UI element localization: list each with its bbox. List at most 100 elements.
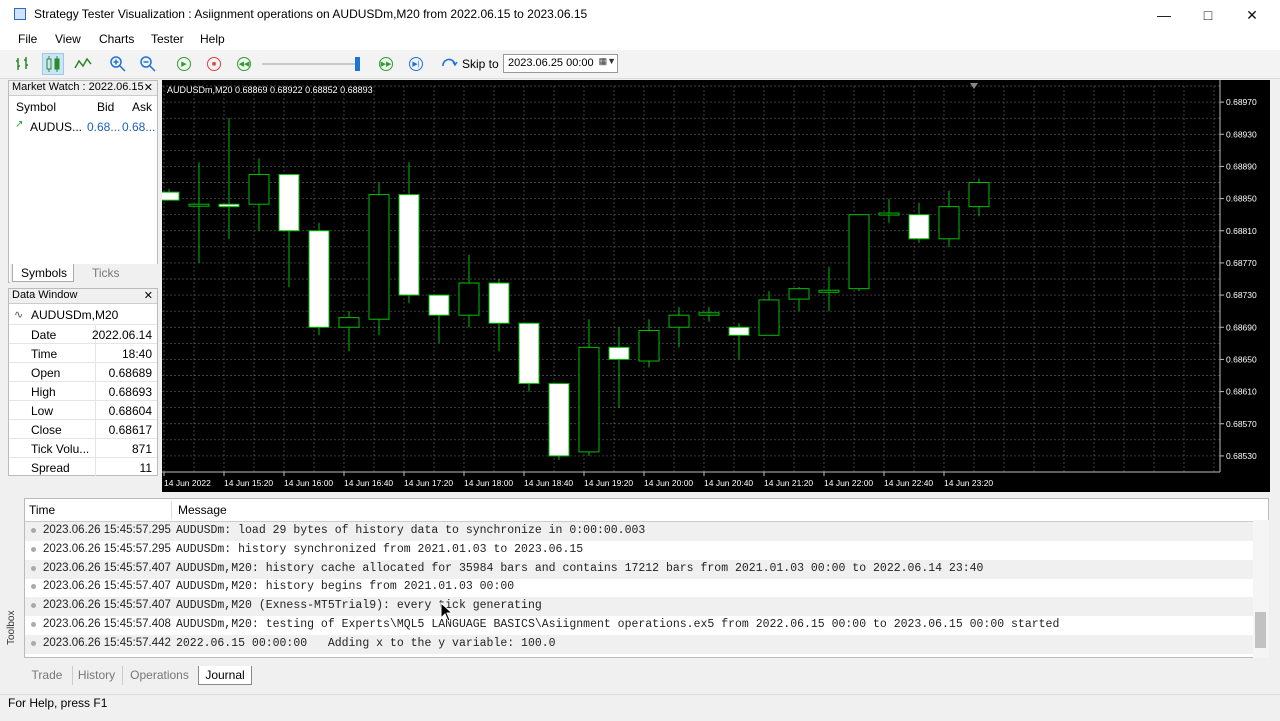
candle-body xyxy=(398,194,420,296)
candle xyxy=(938,190,960,247)
menu-tester[interactable]: Tester xyxy=(151,32,184,46)
speed-slider-thumb[interactable] xyxy=(355,57,360,71)
column-header-ask[interactable]: Ask xyxy=(132,100,152,114)
candle-body xyxy=(848,214,870,290)
line-chart-icon[interactable] xyxy=(72,53,94,75)
candle xyxy=(308,222,330,336)
column-header-bid[interactable]: Bid xyxy=(97,100,114,114)
zoom-in-icon[interactable] xyxy=(107,53,129,75)
column-header-time[interactable]: Time xyxy=(29,503,55,517)
symbol-name: AUDUS... xyxy=(30,120,83,134)
y-axis-label: 0.68810 xyxy=(1226,226,1257,236)
candle-body xyxy=(218,203,240,208)
log-row[interactable]: 2023.06.26 15:45:57.407 AUDUSDm,M20: hist… xyxy=(25,578,1253,597)
toolbox-label[interactable]: Toolbox xyxy=(6,611,17,645)
mouse-cursor-icon xyxy=(440,602,454,622)
tab-history[interactable]: History xyxy=(72,666,120,685)
candle-body xyxy=(638,329,660,362)
log-row[interactable]: 2023.06.26 15:45:57.407 AUDUSDm,M20: hist… xyxy=(25,559,1253,579)
log-scrollbar-thumb[interactable] xyxy=(1255,612,1266,648)
menu-charts[interactable]: Charts xyxy=(99,32,134,46)
log-level-icon xyxy=(31,528,36,533)
candle-body xyxy=(668,314,690,328)
y-axis-label: 0.68610 xyxy=(1226,387,1257,397)
log-message: AUDUSDm,M20: history begins from 2021.01… xyxy=(176,580,515,594)
data-row-time: Time 18:40 xyxy=(9,343,157,362)
zoom-out-icon[interactable] xyxy=(137,53,159,75)
column-header-symbol[interactable]: Symbol xyxy=(16,100,56,114)
market-watch-row[interactable]: ↗ AUDUS... 0.68... 0.68... xyxy=(9,118,157,136)
menu-file[interactable]: File xyxy=(18,32,37,46)
log-level-icon xyxy=(31,546,36,552)
rewind-icon[interactable]: ◀◀ xyxy=(233,53,255,75)
close-button[interactable]: ✕ xyxy=(1230,0,1274,30)
data-row-open: Open 0.68689 xyxy=(9,362,157,381)
column-header-message[interactable]: Message xyxy=(178,503,227,517)
skip-to-end-icon[interactable]: ▶| xyxy=(405,53,427,75)
candle xyxy=(668,307,690,348)
close-icon[interactable]: ✕ xyxy=(144,81,153,94)
ask-value: 0.68... xyxy=(122,120,156,134)
x-axis-label: 14 Jun 15:20 xyxy=(224,478,273,488)
minimize-button[interactable]: — xyxy=(1142,0,1186,30)
candle xyxy=(878,198,900,223)
market-watch-panel: Market Watch : 2022.06.15 ✕ Symbol Bid As… xyxy=(8,80,158,283)
stop-icon[interactable]: ■ xyxy=(203,53,225,75)
x-axis-label: 14 Jun 2022 xyxy=(164,478,211,488)
x-axis-label: 14 Jun 20:00 xyxy=(644,478,693,488)
candlestick-icon[interactable] xyxy=(42,53,64,75)
log-row[interactable]: 2023.06.26 15:45:57.295 AUDUSDm: history … xyxy=(25,541,1253,560)
candle xyxy=(548,383,570,460)
menu-view[interactable]: View xyxy=(55,32,81,46)
x-axis-label: 14 Jun 19:20 xyxy=(584,478,633,488)
log-message: AUDUSDm,M20: history cache allocated for… xyxy=(176,561,984,575)
x-axis-label: 14 Jun 17:20 xyxy=(404,478,453,488)
window-title: Strategy Tester Visualization : Asiignme… xyxy=(34,7,588,21)
maximize-button[interactable]: □ xyxy=(1186,0,1230,30)
market-watch-tabs: Symbols Ticks xyxy=(10,264,158,283)
log-time: 2023.06.26 15:45:57.407 xyxy=(43,561,171,574)
y-axis-label: 0.68850 xyxy=(1226,194,1257,204)
calendar-dropdown-icon[interactable]: ▦▼ xyxy=(592,56,616,71)
candle xyxy=(608,327,630,408)
data-row-spread: Spread 11 xyxy=(9,457,157,476)
play-icon[interactable]: ▶ xyxy=(173,53,195,75)
candle xyxy=(218,118,240,239)
x-axis-label: 14 Jun 18:00 xyxy=(464,478,513,488)
y-axis-label: 0.68770 xyxy=(1226,258,1257,268)
close-icon[interactable]: ✕ xyxy=(144,289,153,302)
candle-body xyxy=(578,346,600,453)
tab-symbols[interactable]: Symbols xyxy=(12,264,74,282)
log-level-icon xyxy=(31,565,36,571)
data-window-panel: Data Window ✕ ∿ AUDUSDm,M20 Date 2022.06.1… xyxy=(8,288,158,476)
candle xyxy=(398,162,420,304)
log-time: 2023.06.26 15:45:57.407 xyxy=(43,599,171,612)
candle xyxy=(908,202,930,243)
status-bar xyxy=(0,694,1280,721)
bar-chart-icon[interactable] xyxy=(12,53,34,75)
log-message: 2022.06.15 00:00:00 Adding x to the y va… xyxy=(176,636,556,650)
fast-forward-icon[interactable]: ▶▶ xyxy=(375,53,397,75)
candle-body xyxy=(368,194,390,320)
tab-ticks[interactable]: Ticks xyxy=(84,264,134,282)
price-chart[interactable]: 0.68970 0.68930 0.68890 0.68850 0.68810 0.687… xyxy=(162,80,1270,492)
candle-body xyxy=(458,282,480,316)
candle xyxy=(728,323,750,360)
candle xyxy=(698,307,720,322)
log-row[interactable]: 2023.06.26 15:45:57.295 AUDUSDm: load 29 … xyxy=(25,522,1253,541)
candle xyxy=(188,162,210,263)
menu-help[interactable]: Help xyxy=(200,32,225,46)
log-row[interactable]: 2023.06.26 15:45:57.442 2022.06.15 00:00:… xyxy=(25,634,1253,654)
skip-to-label: Skip to xyxy=(462,57,499,71)
log-row[interactable]: 2023.06.26 15:45:57.407 AUDUSDm,M20 (Exne… xyxy=(25,597,1253,617)
tab-trade[interactable]: Trade xyxy=(24,666,70,685)
tab-operations[interactable]: Operations xyxy=(122,666,196,685)
skip-to-icon[interactable] xyxy=(438,53,460,75)
log-row[interactable]: 2023.06.26 15:45:57.408 AUDUSDm,M20: test… xyxy=(25,616,1253,635)
candle xyxy=(162,188,180,201)
log-message: AUDUSDm: history synchronized from 2021.… xyxy=(176,542,584,556)
speed-slider-track[interactable] xyxy=(262,63,358,65)
candle xyxy=(848,214,870,292)
candle xyxy=(788,287,810,312)
tab-journal[interactable]: Journal xyxy=(198,666,252,685)
